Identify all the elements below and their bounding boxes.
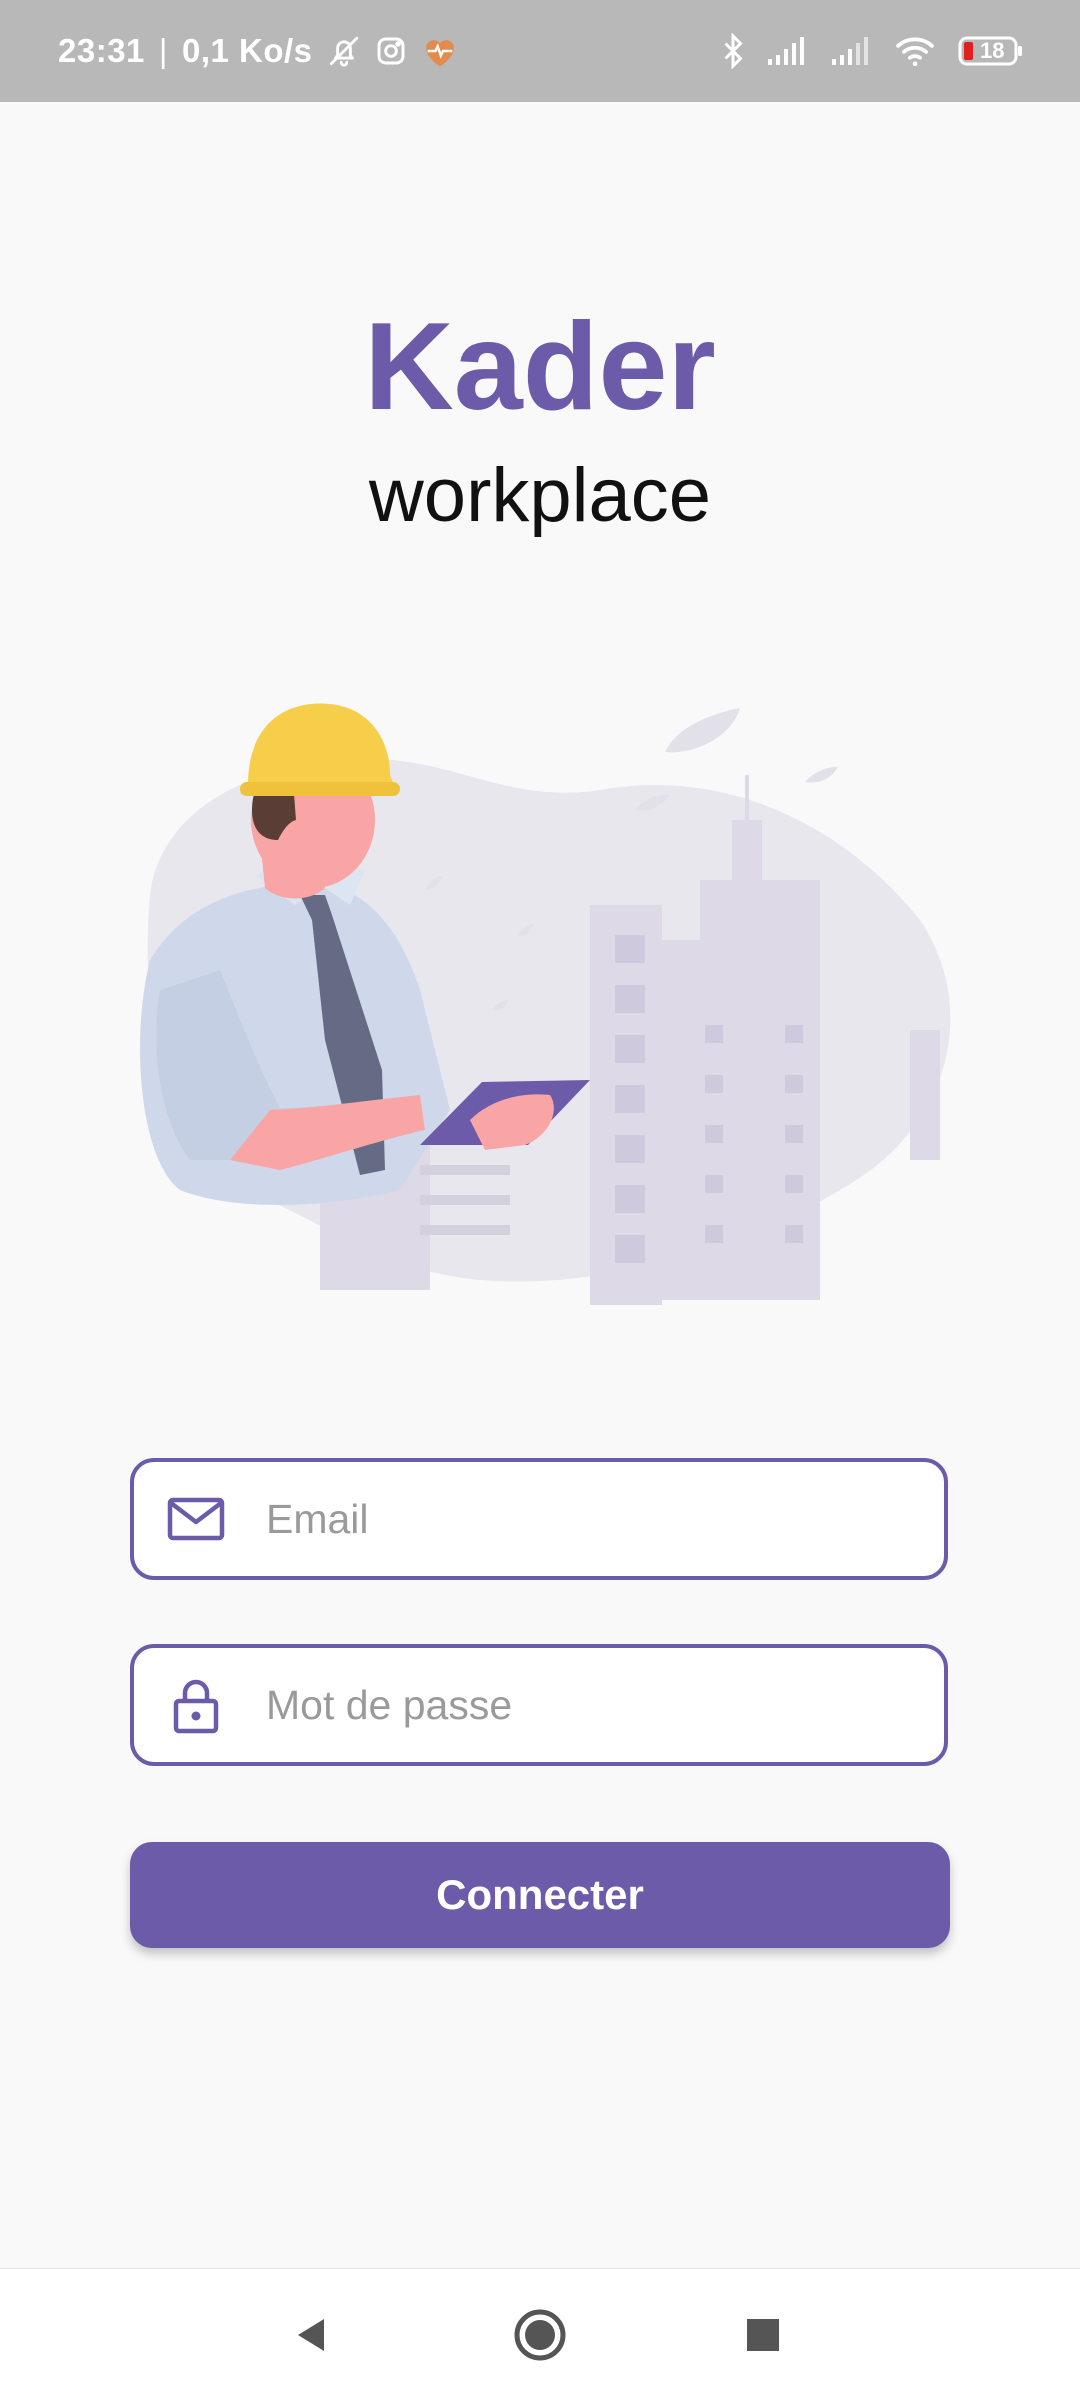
status-network-speed: 0,1 Ko/s — [181, 32, 313, 69]
worker-illustration-image — [140, 703, 951, 1305]
recents-icon — [747, 2319, 779, 2351]
status-time: 23:31 — [58, 32, 145, 69]
status-bar: 23:31 | 0,1 Ko/s 18 — [0, 0, 1080, 102]
connect-button[interactable]: Connecter — [130, 1842, 950, 1948]
bluetooth-icon — [722, 33, 744, 69]
back-icon — [298, 2319, 324, 2351]
app-subtitle: workplace — [368, 453, 712, 538]
battery-icon: 18 — [958, 35, 1024, 67]
email-field[interactable] — [130, 1458, 948, 1580]
email-input[interactable] — [264, 1462, 914, 1576]
status-right: 18 — [722, 0, 1024, 102]
navigation-bar — [0, 2268, 1080, 2401]
recents-button[interactable] — [703, 2269, 823, 2401]
password-input[interactable] — [264, 1648, 914, 1762]
wifi-icon — [894, 34, 936, 68]
lock-icon — [166, 1675, 226, 1735]
status-left: 23:31 | 0,1 Ko/s — [58, 0, 459, 102]
signal-icon — [766, 35, 808, 67]
hero-illustration — [120, 690, 960, 1310]
home-icon — [514, 2309, 566, 2361]
home-button[interactable] — [480, 2269, 600, 2401]
heart-rate-icon — [421, 34, 459, 68]
signal-icon-2 — [830, 35, 872, 67]
app-title: Kader — [364, 298, 716, 436]
battery-level: 18 — [980, 38, 1005, 63]
instagram-icon — [375, 35, 407, 67]
bell-off-icon — [327, 34, 361, 68]
password-field[interactable] — [130, 1644, 948, 1766]
back-button[interactable] — [252, 2269, 372, 2401]
mail-icon — [166, 1489, 226, 1549]
status-separator: | — [158, 32, 168, 69]
